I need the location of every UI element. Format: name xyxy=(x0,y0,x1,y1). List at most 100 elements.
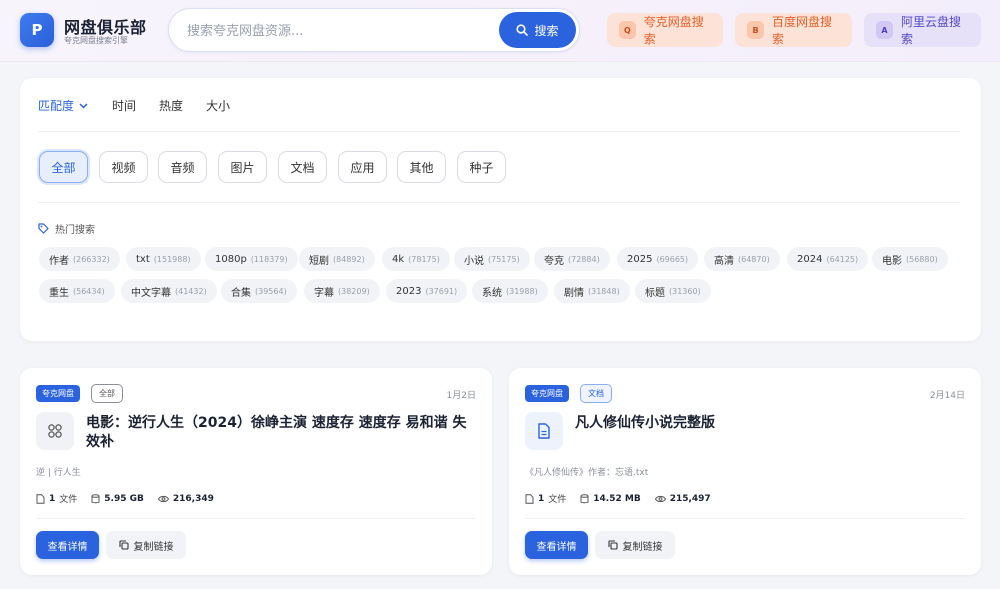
hot-tag-name: 2023 xyxy=(396,285,422,297)
eye-icon xyxy=(654,495,666,502)
source-badge: 夸克网盘 xyxy=(36,385,80,402)
hot-search-label: 热门搜索 xyxy=(55,225,95,236)
hot-tag[interactable]: 小说 (75175) xyxy=(454,247,530,271)
sort-popularity[interactable]: 热度 xyxy=(159,97,183,114)
category-image[interactable]: 图片 xyxy=(218,151,267,183)
copy-link-label: 复制链接 xyxy=(622,541,663,553)
database-icon xyxy=(91,493,100,503)
hot-tag[interactable]: 合集 (39564) xyxy=(221,279,297,303)
hot-tag-count: (75175) xyxy=(488,254,520,264)
hot-tag-name: 系统 xyxy=(482,287,502,299)
hot-tag-count: (37691) xyxy=(425,286,458,296)
hot-tag[interactable]: 2024 (64125) xyxy=(787,247,869,271)
result-description: 《凡人修仙传》作者：忘语.txt xyxy=(525,468,649,478)
hot-tag-count: (38209) xyxy=(338,286,370,296)
view-details-button[interactable]: 查看详情 xyxy=(36,531,99,559)
hot-tag-name: 合集 xyxy=(231,287,251,299)
hot-tag-name: 2025 xyxy=(627,253,653,265)
view-count-value: 216,349 xyxy=(172,493,214,504)
quark-badge-icon: Q xyxy=(619,21,636,39)
file-count: 1 文件 xyxy=(36,492,77,505)
hot-tag-count: (151988) xyxy=(153,254,191,264)
category-app[interactable]: 应用 xyxy=(338,151,387,183)
hot-tag[interactable]: 中文字幕 (41432) xyxy=(121,279,217,303)
hot-tag-name: 夸克 xyxy=(544,255,564,267)
category-video[interactable]: 视频 xyxy=(99,151,148,183)
search-bar: 搜索 xyxy=(168,8,580,52)
hot-tag-name: txt xyxy=(136,253,150,265)
view-count: 215,497 xyxy=(654,494,711,504)
brand-subtitle: 夸克网盘搜索引擎 xyxy=(64,36,128,45)
result-title[interactable]: 电影：逆行人生（2024）徐峥主演 速度存 速度存 易和谐 失效补 xyxy=(86,414,476,452)
hot-tag[interactable]: 夸克 (72884) xyxy=(534,247,610,271)
result-title[interactable]: 凡人修仙传小说完整版 xyxy=(575,414,965,433)
hot-tag[interactable]: txt (151988) xyxy=(126,247,201,271)
hot-tag-count: (56880) xyxy=(906,254,938,264)
result-stats: 1 文件 5.95 GB 216,349 xyxy=(36,492,214,505)
aliyun-search-link[interactable]: A 阿里云盘搜索 xyxy=(864,13,981,47)
hot-tag-count: (69665) xyxy=(656,254,689,264)
hot-tag-count: (72884) xyxy=(568,254,600,264)
top-header: P 网盘俱乐部 夸克网盘搜索引擎 搜索 Q 夸克网盘搜索 B 百度网盘搜索 A … xyxy=(0,0,1000,62)
hot-tag-count: (118379) xyxy=(250,254,288,264)
category-other[interactable]: 其他 xyxy=(397,151,446,183)
hot-tag[interactable]: 4k (78175) xyxy=(382,247,450,271)
hot-tag[interactable]: 重生 (56434) xyxy=(39,279,115,303)
hot-tag-count: (31988) xyxy=(506,286,538,296)
file-size-value: 5.95 GB xyxy=(104,493,144,504)
hot-tag[interactable]: 标题 (31360) xyxy=(635,279,711,303)
category-badge: 文档 xyxy=(580,384,612,403)
search-button[interactable]: 搜索 xyxy=(499,12,576,48)
hot-tag[interactable]: 电影 (56880) xyxy=(872,247,948,271)
file-icon xyxy=(36,493,45,504)
hot-tag[interactable]: 剧情 (31848) xyxy=(554,279,630,303)
hot-tag-name: 电影 xyxy=(882,255,902,267)
result-stats: 1 文件 14.52 MB 215,497 xyxy=(525,492,711,505)
hot-tag-name: 重生 xyxy=(49,287,69,299)
search-input[interactable] xyxy=(187,20,487,42)
hot-tag-name: 小说 xyxy=(464,255,484,267)
category-all[interactable]: 全部 xyxy=(39,151,88,183)
file-icon xyxy=(525,493,534,504)
hot-tag-count: (56434) xyxy=(73,286,105,296)
baidu-search-link[interactable]: B 百度网盘搜索 xyxy=(735,13,852,47)
hot-tag[interactable]: 2023 (37691) xyxy=(386,279,468,303)
copy-icon xyxy=(607,540,618,550)
copy-link-button[interactable]: 复制链接 xyxy=(595,531,675,559)
hot-tag[interactable]: 字幕 (38209) xyxy=(304,279,380,303)
category-audio[interactable]: 音频 xyxy=(158,151,207,183)
copy-icon xyxy=(118,540,129,550)
sort-size[interactable]: 大小 xyxy=(206,97,230,114)
category-document[interactable]: 文档 xyxy=(278,151,327,183)
hot-tag-count: (84892) xyxy=(333,254,365,264)
divider xyxy=(36,518,476,519)
hot-tag-count: (78175) xyxy=(408,254,440,264)
hot-tag[interactable]: 1080p (118379) xyxy=(205,247,298,271)
quark-search-link[interactable]: Q 夸克网盘搜索 xyxy=(607,13,723,47)
filter-panel: 匹配度 时间 热度 大小 全部 视频 音频 图片 文档 应用 其他 种子 热门搜… xyxy=(20,78,981,341)
hot-tag-count: (64125) xyxy=(826,254,859,264)
hot-tag[interactable]: 短剧 (84892) xyxy=(299,247,375,271)
hot-tag-name: 剧情 xyxy=(564,287,584,299)
copy-link-button[interactable]: 复制链接 xyxy=(106,531,186,559)
sort-relevance[interactable]: 匹配度 xyxy=(38,97,88,114)
file-size: 14.52 MB xyxy=(580,494,641,504)
category-torrent[interactable]: 种子 xyxy=(457,151,506,183)
search-icon xyxy=(516,24,529,36)
quark-search-label: 夸克网盘搜索 xyxy=(643,15,704,46)
hot-tag-name: 作者 xyxy=(49,255,69,267)
hot-tag[interactable]: 系统 (31988) xyxy=(472,279,548,303)
hot-tag[interactable]: 2025 (69665) xyxy=(617,247,699,271)
sort-time[interactable]: 时间 xyxy=(112,97,136,114)
hot-tag[interactable]: 作者 (266332) xyxy=(39,247,120,271)
result-card[interactable]: 夸克网盘 全部 1月2日 电影：逆行人生（2024）徐峥主演 速度存 速度存 易… xyxy=(20,368,492,575)
result-card[interactable]: 夸克网盘 文档 2月14日 凡人修仙传小说完整版 《凡人修仙传》作者：忘语.tx… xyxy=(509,368,981,575)
result-date: 1月2日 xyxy=(446,391,476,401)
hot-tag[interactable]: 高清 (64870) xyxy=(704,247,780,271)
hot-tag-count: (41432) xyxy=(175,286,207,296)
eye-icon xyxy=(157,495,169,502)
aliyun-badge-icon: A xyxy=(876,21,893,39)
logo[interactable]: P xyxy=(20,13,54,47)
view-count: 216,349 xyxy=(157,493,214,504)
view-details-button[interactable]: 查看详情 xyxy=(525,531,588,559)
